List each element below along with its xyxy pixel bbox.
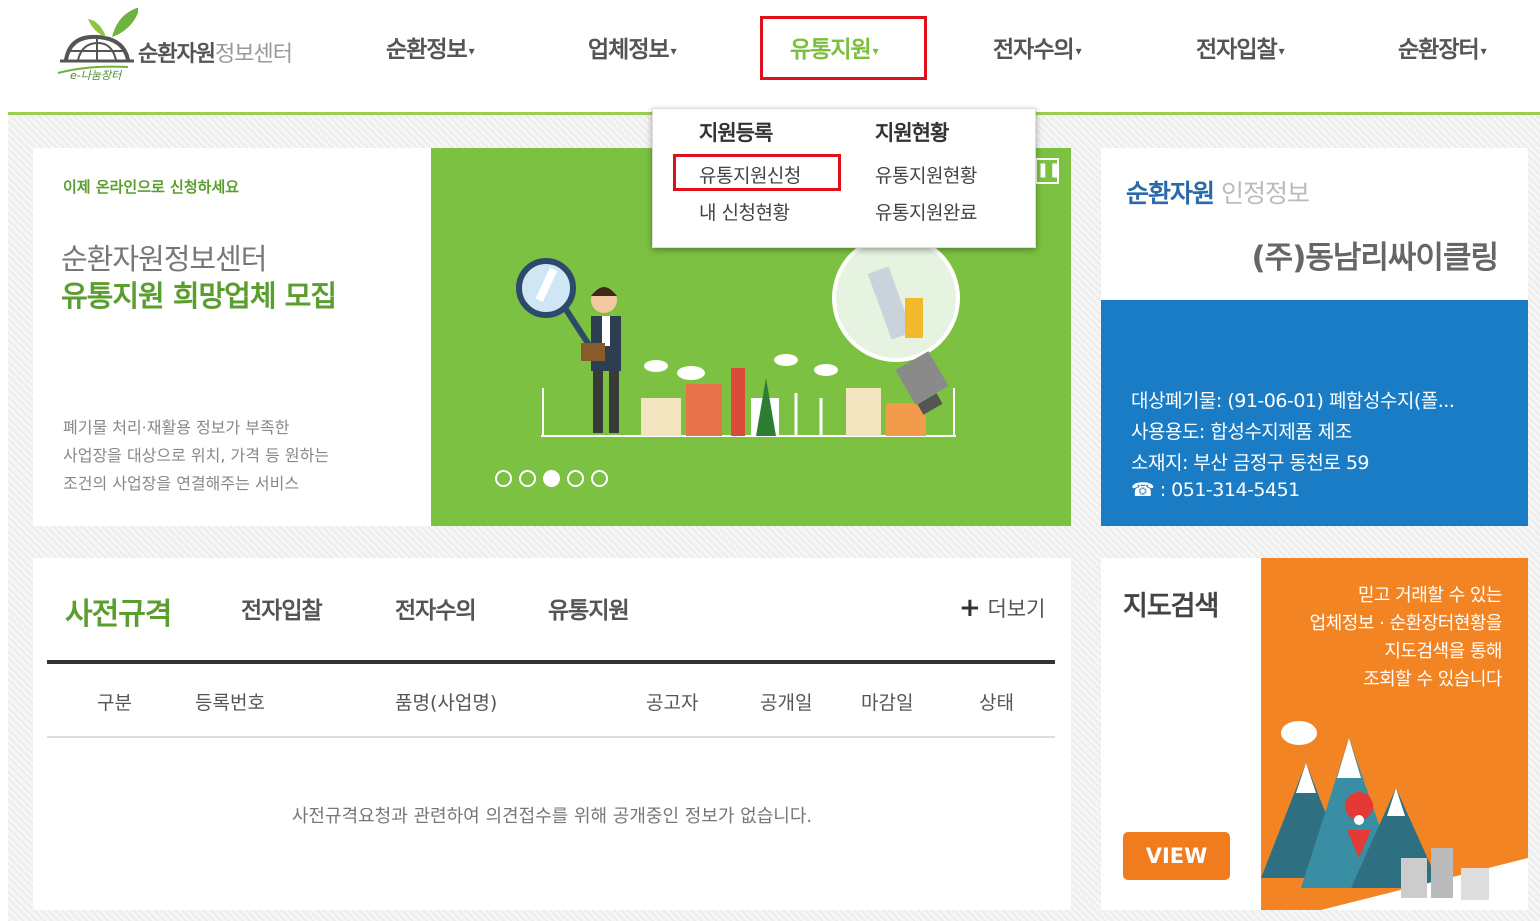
column-header: 공고자 [646,692,699,714]
tab-distribution-support[interactable]: 유통지원 [548,591,630,625]
map-search-panel: 지도검색 VIEW [1101,558,1263,910]
cert-phone: ☎ : 051-314-5451 [1131,479,1300,501]
slider-dot-active[interactable] [543,470,560,487]
certification-details: 대상폐기물: (91-06-01) 폐합성수지(폴... 사용용도: 합성수지제… [1101,300,1528,526]
menu-item-support-completed[interactable]: 유통지원완료 [875,198,977,225]
hero-text-panel: 이제 온라인으로 신청하세요 순환자원정보센터 유통지원 희망업체 모집 폐기물… [33,148,433,526]
chevron-down-icon: ▾ [1480,43,1487,58]
column-header: 마감일 [861,692,914,714]
tab-private-contract[interactable]: 전자수의 [395,591,477,625]
column-header: 상태 [979,692,1014,714]
chevron-down-icon: ▾ [1278,43,1285,58]
menu-item-my-applications[interactable]: 내 신청현황 [699,198,790,225]
certification-title: 순환자원 인정정보 [1126,179,1310,208]
map-search-banner[interactable]: 믿고 거래할 수 있는 업체정보 · 순환장터현황을 지도검색을 통해 조회할 … [1261,558,1528,910]
table-header-divider [47,736,1055,738]
logo-text-main: 순환자원 [138,42,216,67]
nav-recycle-market[interactable]: 순환장터 ▾ [1398,30,1487,64]
slider-dot[interactable] [591,470,608,487]
menu-highlight-box [673,154,841,191]
site-logo[interactable]: 순환자원정보센터 e-나눔장터 [48,5,328,90]
certification-panel[interactable]: 순환자원 인정정보 (주)동남리싸이클링 대상폐기물: (91-06-01) 폐… [1101,148,1528,526]
nav-private-contract[interactable]: 전자수의 ▾ [993,30,1082,64]
table-top-divider [47,660,1055,664]
hero-tag: 이제 온라인으로 신청하세요 [63,178,240,196]
nav-company-info[interactable]: 업체정보 ▾ [588,30,677,64]
column-header: 공개일 [760,692,813,714]
tab-prior-spec[interactable]: 사전규격 [65,589,172,633]
cert-address: 소재지: 부산 금정구 동천로 59 [1131,452,1370,474]
site-header: 순환자원정보센터 e-나눔장터 순환정보 ▾ 업체정보 ▾ 유통지원 ▾ 전자수의 ▾ … [0,0,1540,114]
hero-headline: 유통지원 희망업체 모집 [61,279,337,313]
map-search-title: 지도검색 [1123,591,1219,622]
column-header: 등록번호 [195,692,265,714]
plus-icon: + [959,593,981,623]
certification-company: (주)동남리싸이클링 [1251,240,1499,276]
nav-highlight-box [760,16,927,80]
logo-subtext: e-나눔장터 [70,69,122,82]
menu-item-support-status[interactable]: 유통지원현황 [875,161,977,188]
pause-button[interactable]: ❚❚ [1035,158,1060,184]
dropdown-heading-status: 지원현황 [875,121,949,145]
dropdown-heading-register: 지원등록 [699,121,773,145]
distribution-support-dropdown: 지원등록 지원현황 유통지원신청 내 신청현황 유통지원현황 유통지원완료 [652,108,1036,248]
chevron-down-icon: ▾ [1075,43,1082,58]
column-header: 품명(사업명) [395,692,498,714]
chevron-down-icon: ▾ [468,43,475,58]
logo-text-light: 정보센터 [214,42,293,67]
map-mountains-illustration [1261,721,1528,910]
slider-dot[interactable] [567,470,584,487]
more-link[interactable]: + 더보기 [959,593,1045,623]
nav-circular-info[interactable]: 순환정보 ▾ [386,30,475,64]
hero-title: 순환자원정보센터 [61,242,267,276]
notice-board: 사전규격 전자입찰 전자수의 유통지원 + 더보기 구분 등록번호 품명(사업명… [33,558,1071,910]
slider-dot[interactable] [495,470,512,487]
empty-message: 사전규격요청과 관련하여 의견접수를 위해 공개중인 정보가 없습니다. [291,806,813,827]
chevron-down-icon: ▾ [670,43,677,58]
tab-e-bidding[interactable]: 전자입찰 [241,591,323,625]
slider-dot[interactable] [519,470,536,487]
cert-use: 사용용도: 합성수지제품 제조 [1131,421,1352,443]
hero-description: 폐기물 처리·재활용 정보가 부족한 사업장을 대상으로 위치, 가격 등 원하… [63,418,330,493]
cert-waste: 대상폐기물: (91-06-01) 폐합성수지(폴... [1131,390,1455,412]
column-header: 구분 [97,692,132,714]
nav-e-bidding[interactable]: 전자입찰 ▾ [1196,30,1285,64]
slider-dots [495,470,608,487]
view-button[interactable]: VIEW [1123,832,1230,880]
